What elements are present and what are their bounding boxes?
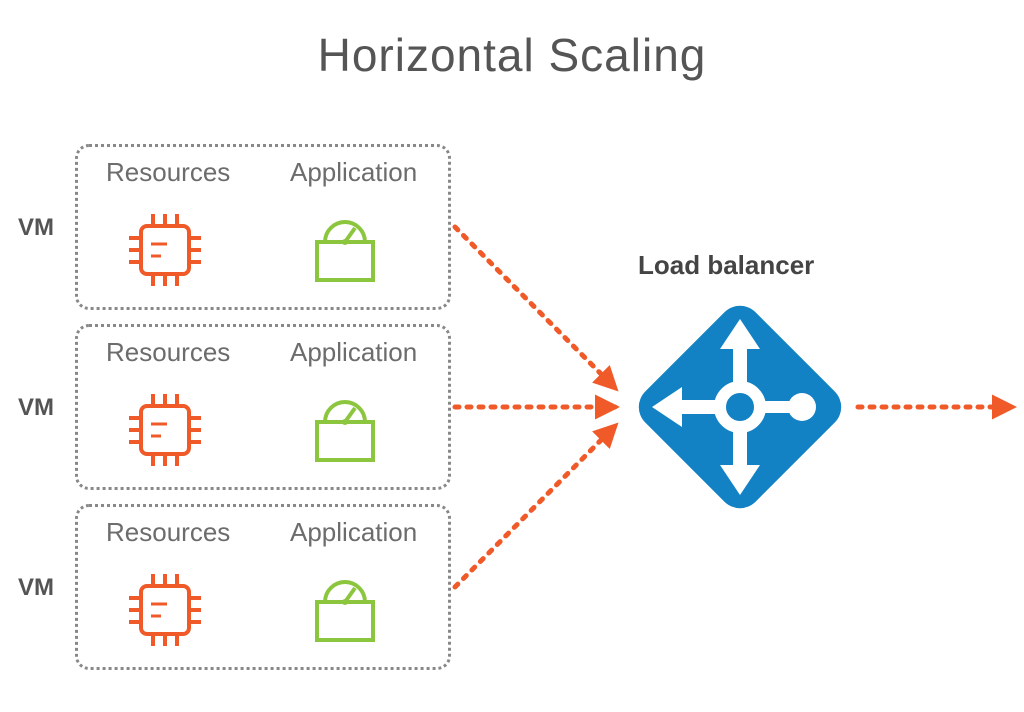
connection-arrow [455,426,615,587]
cpu-icon [129,394,201,466]
cpu-icon [129,574,201,646]
load-balancer-icon [630,297,851,518]
application-icon [317,402,373,460]
cpu-icon [129,214,201,286]
application-icon [317,222,373,280]
application-icon [317,582,373,640]
diagram-svg [0,0,1024,712]
connection-arrow [455,227,615,388]
